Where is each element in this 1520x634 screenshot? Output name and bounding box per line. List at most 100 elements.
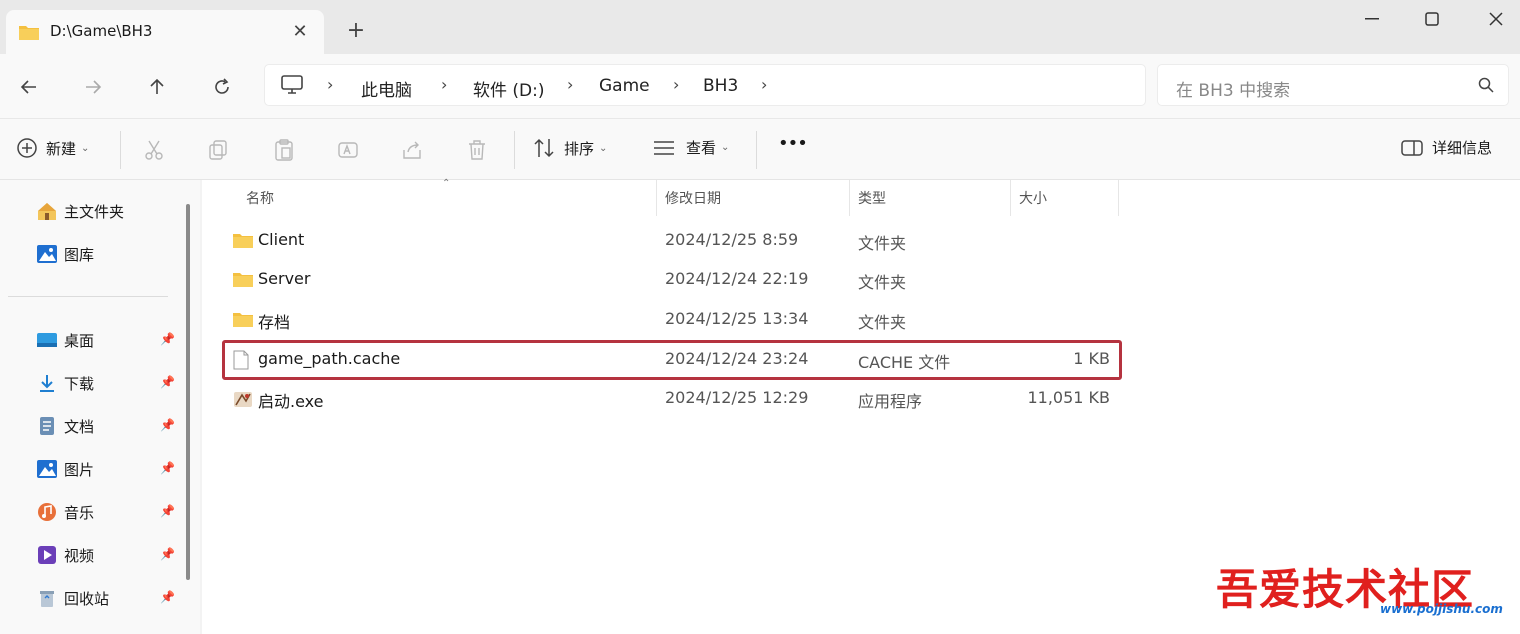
watermark: 吾爱技术社区 www.pojjishu.com xyxy=(1216,556,1516,626)
watermark-url: www.pojjishu.com xyxy=(1380,602,1503,616)
column-divider[interactable] xyxy=(1010,180,1011,216)
file-date: 2024/12/24 22:19 xyxy=(665,269,809,288)
file-type: 文件夹 xyxy=(858,234,907,253)
breadcrumb-separator[interactable]: › xyxy=(761,75,767,94)
search-box[interactable]: 在 BH3 中搜索 xyxy=(1157,64,1509,106)
maximize-button[interactable] xyxy=(1414,6,1450,32)
tab-d-game-bh3[interactable]: D:\Game\BH3 ✕ xyxy=(6,10,324,54)
file-row-launcher-exe[interactable]: 启动.exe 2024/12/25 12:29 应用程序 11,051 KB xyxy=(222,380,1122,416)
navigation-pane: 主文件夹 图库 桌面 📌 下载 📌 文档 📌 图片 📌 音乐 📌 视频 📌 回收… xyxy=(0,180,200,634)
exe-icon xyxy=(232,389,254,413)
sort-ascending-icon: ⌃ xyxy=(442,178,451,189)
address-bar[interactable]: › 此电脑 › 软件 (D:) › Game › BH3 › xyxy=(264,64,1146,106)
sort-label: 排序 xyxy=(564,139,595,158)
pin-icon[interactable]: 📌 xyxy=(160,590,175,604)
file-name: Client xyxy=(258,230,305,249)
sidebar-item-documents[interactable]: 文档 xyxy=(36,411,94,441)
file-type: 应用程序 xyxy=(858,392,923,411)
tab-title: D:\Game\BH3 xyxy=(50,22,153,40)
sidebar-item-recycle-bin[interactable]: 回收站 xyxy=(36,583,109,613)
pin-icon[interactable]: 📌 xyxy=(160,418,175,432)
navigation-bar: › 此电脑 › 软件 (D:) › Game › BH3 › 在 BH3 中搜索 xyxy=(0,54,1520,118)
cut-icon[interactable] xyxy=(142,138,168,164)
column-divider[interactable] xyxy=(1118,180,1119,216)
up-button[interactable] xyxy=(140,70,174,104)
computer-icon xyxy=(281,75,303,99)
tab-close-button[interactable]: ✕ xyxy=(288,21,312,43)
file-date: 2024/12/25 8:59 xyxy=(665,230,799,249)
arrow-left-icon xyxy=(20,80,36,94)
rename-icon[interactable] xyxy=(336,138,362,164)
file-name: 存档 xyxy=(258,313,291,332)
refresh-button[interactable] xyxy=(205,70,239,104)
sidebar-item-label: 回收站 xyxy=(64,589,110,608)
minimize-button[interactable] xyxy=(1354,6,1390,32)
breadcrumb-separator[interactable]: › xyxy=(327,75,333,94)
more-options-button[interactable]: ••• xyxy=(778,133,808,154)
pin-icon[interactable]: 📌 xyxy=(160,547,175,561)
column-divider[interactable] xyxy=(849,180,850,216)
file-row-client[interactable]: Client 2024/12/25 8:59 文件夹 xyxy=(222,222,1122,258)
sort-button[interactable]: 排序 ⌄ xyxy=(532,137,607,159)
file-type: 文件夹 xyxy=(858,273,907,292)
arrow-right-icon xyxy=(86,80,102,94)
title-bar: D:\Game\BH3 ✕ + xyxy=(0,0,1520,54)
divider xyxy=(514,131,515,169)
back-button[interactable] xyxy=(12,70,46,104)
breadcrumb-separator[interactable]: › xyxy=(673,75,679,94)
recycle-bin-icon xyxy=(36,587,58,609)
column-header-type[interactable]: 类型 xyxy=(858,188,886,208)
forward-button[interactable] xyxy=(76,70,110,104)
new-button[interactable]: 新建 ⌄ xyxy=(16,137,89,159)
folder-icon xyxy=(232,270,254,292)
video-icon xyxy=(36,544,58,566)
pin-icon[interactable]: 📌 xyxy=(160,461,175,475)
file-row-saves[interactable]: 存档 2024/12/25 13:34 文件夹 xyxy=(222,301,1122,337)
file-date: 2024/12/25 12:29 xyxy=(665,388,809,407)
pin-icon[interactable]: 📌 xyxy=(160,375,175,389)
details-button[interactable]: 详细信息 xyxy=(1400,137,1492,158)
pictures-icon xyxy=(36,458,58,480)
pin-icon[interactable]: 📌 xyxy=(160,332,175,346)
column-header-size[interactable]: 大小 xyxy=(1019,188,1047,208)
details-label: 详细信息 xyxy=(1432,139,1493,157)
gallery-icon xyxy=(36,243,58,265)
more-icon: ••• xyxy=(778,133,808,154)
folder-icon xyxy=(232,231,254,253)
column-header-date[interactable]: 修改日期 xyxy=(665,188,721,208)
sidebar-item-gallery[interactable]: 图库 xyxy=(36,239,94,269)
sidebar-item-videos[interactable]: 视频 xyxy=(36,540,94,570)
music-icon xyxy=(36,501,58,523)
sidebar-item-home[interactable]: 主文件夹 xyxy=(36,196,124,226)
sidebar-item-label: 主文件夹 xyxy=(64,202,125,221)
pin-icon[interactable]: 📌 xyxy=(160,504,175,518)
sidebar-item-downloads[interactable]: 下载 xyxy=(36,368,94,398)
breadcrumb-separator[interactable]: › xyxy=(441,75,447,94)
sidebar-divider xyxy=(8,296,168,297)
sidebar-item-pictures[interactable]: 图片 xyxy=(36,454,94,484)
sidebar-item-label: 音乐 xyxy=(64,503,95,522)
breadcrumb-game[interactable]: Game xyxy=(599,76,650,96)
details-pane-icon xyxy=(1401,139,1423,156)
column-divider[interactable] xyxy=(656,180,657,216)
share-icon[interactable] xyxy=(400,138,426,164)
sidebar-item-music[interactable]: 音乐 xyxy=(36,497,94,527)
divider xyxy=(120,131,121,169)
close-window-button[interactable] xyxy=(1478,6,1514,32)
copy-icon[interactable] xyxy=(206,138,232,164)
column-header-name[interactable]: 名称 xyxy=(246,188,274,208)
new-tab-button[interactable]: + xyxy=(342,18,370,46)
breadcrumb-this-pc[interactable]: 此电脑 xyxy=(361,76,412,101)
file-type: 文件夹 xyxy=(858,313,907,332)
chevron-down-icon: ⌄ xyxy=(599,142,608,154)
file-row-server[interactable]: Server 2024/12/24 22:19 文件夹 xyxy=(222,261,1122,297)
breadcrumb-separator[interactable]: › xyxy=(567,75,573,94)
sidebar-scrollbar[interactable] xyxy=(186,204,190,580)
paste-icon[interactable] xyxy=(272,138,298,164)
sidebar-item-desktop[interactable]: 桌面 xyxy=(36,325,94,355)
view-button[interactable]: 查看 ⌄ xyxy=(652,137,729,158)
breadcrumb-drive-d[interactable]: 软件 (D:) xyxy=(473,76,545,101)
breadcrumb-bh3[interactable]: BH3 xyxy=(703,76,738,96)
folder-icon xyxy=(18,23,40,45)
delete-icon[interactable] xyxy=(465,138,491,164)
